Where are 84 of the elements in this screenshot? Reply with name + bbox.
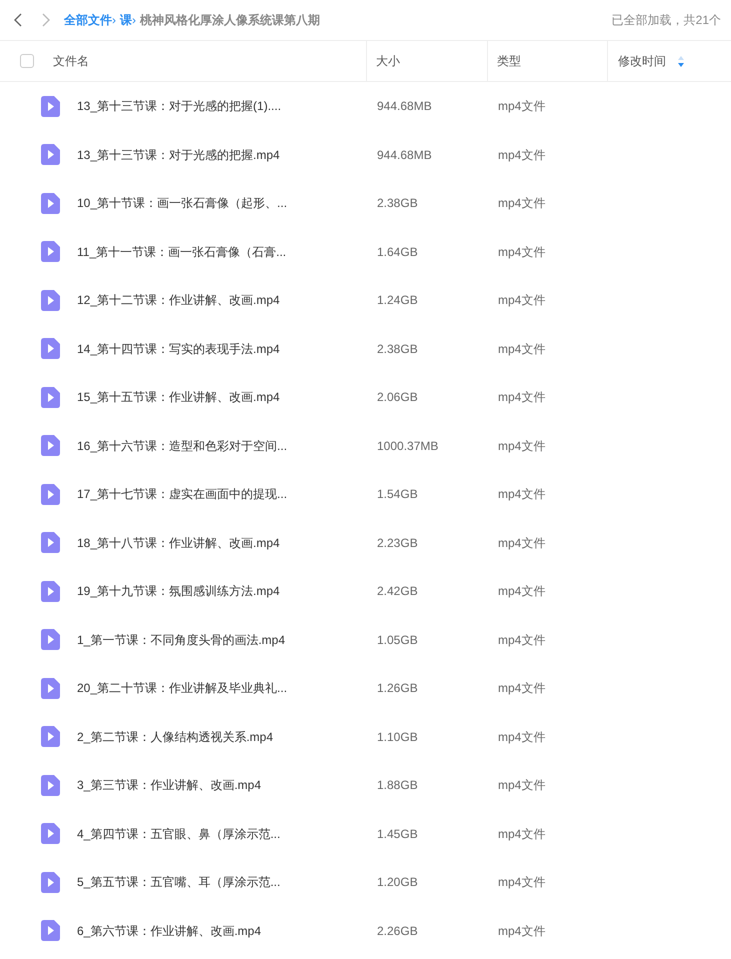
file-size: 1.24GB <box>377 293 418 308</box>
file-type: mp4文件 <box>498 196 546 210</box>
column-header[interactable]: 文件名 <box>53 52 89 70</box>
file-name[interactable]: 15_第十五节课：作业讲解、改画.mp4 <box>77 390 280 404</box>
video-file-icon <box>41 580 60 602</box>
file-type: mp4文件 <box>498 924 546 938</box>
video-file-icon <box>41 290 60 311</box>
file-name[interactable]: 3_第三节课：作业讲解、改画.mp4 <box>77 778 262 792</box>
file-size: 2.26GB <box>377 924 418 938</box>
separator-icon: › <box>112 11 116 29</box>
separator-icon: › <box>132 11 136 29</box>
file-size: 1000.37MB <box>377 438 438 453</box>
file-name[interactable]: 1_第一节课：不同角度头骨的画法.mp4 <box>77 632 286 647</box>
file-size: 2.23GB <box>377 536 418 550</box>
video-file-icon <box>41 726 60 748</box>
file-size: 1.05GB <box>377 632 418 647</box>
file-size: 944.68MB <box>377 148 432 162</box>
video-file-icon <box>41 629 60 650</box>
file-type: mp4文件 <box>498 826 546 841</box>
file-size: 2.38GB <box>377 342 418 356</box>
file-name[interactable]: 11_第十一节课：画一张石膏像（石膏... <box>77 244 286 259</box>
file-name[interactable]: 19_第十九节课：氛围感训练方法.mp4 <box>77 584 280 598</box>
file-type: mp4文件 <box>498 148 546 162</box>
file-name[interactable]: 4_第四节课：五官眼、鼻（厚涂示范... <box>77 826 280 841</box>
file-size: 1.20GB <box>377 875 418 890</box>
file-type: mp4文件 <box>498 244 546 259</box>
file-type: mp4文件 <box>498 342 546 356</box>
column-header[interactable]: 修改时间 <box>618 52 666 70</box>
file-type: mp4文件 <box>498 487 546 502</box>
breadcrumb-current: 桃神风格化厚涂人像系统课第八期 <box>140 12 320 29</box>
file-size: 1.26GB <box>377 681 418 696</box>
file-type: mp4文件 <box>498 438 546 453</box>
file-name[interactable]: 17_第十七节课：虚实在画面中的提现... <box>77 487 288 502</box>
file-size: 2.06GB <box>377 390 418 404</box>
select-all-checkbox[interactable] <box>20 54 34 68</box>
file-type: mp4文件 <box>498 875 546 890</box>
forward-icon[interactable] <box>40 13 52 27</box>
video-file-icon <box>41 241 60 262</box>
video-file-icon <box>41 920 60 942</box>
column-header[interactable]: 大小 <box>376 52 400 70</box>
back-icon[interactable] <box>12 13 24 27</box>
file-type: mp4文件 <box>498 730 546 744</box>
file-type: mp4文件 <box>498 99 546 114</box>
file-name[interactable]: 18_第十八节课：作业讲解、改画.mp4 <box>77 536 280 550</box>
video-file-icon <box>41 774 60 796</box>
file-name[interactable]: 20_第二十节课：作业讲解及毕业典礼... <box>77 681 288 696</box>
file-type: mp4文件 <box>498 632 546 647</box>
file-size: 1.10GB <box>377 730 418 744</box>
file-size: 2.38GB <box>377 196 418 210</box>
file-size: 1.64GB <box>377 244 418 259</box>
video-file-icon <box>41 823 60 844</box>
sort-icon[interactable] <box>678 56 684 66</box>
file-name[interactable]: 6_第六节课：作业讲解、改画.mp4 <box>77 924 262 938</box>
file-size: 1.45GB <box>377 826 418 841</box>
video-file-icon <box>41 678 60 699</box>
file-name[interactable]: 13_第十三节课：对于光感的把握(1).... <box>77 99 282 114</box>
file-type: mp4文件 <box>498 536 546 550</box>
file-name[interactable]: 14_第十四节课：写实的表现手法.mp4 <box>77 342 280 356</box>
file-type: mp4文件 <box>498 681 546 696</box>
file-type: mp4文件 <box>498 390 546 404</box>
file-type: mp4文件 <box>498 293 546 308</box>
video-file-icon <box>41 872 60 893</box>
column-header[interactable]: 类型 <box>497 52 521 70</box>
file-size: 1.88GB <box>377 778 418 792</box>
file-name[interactable]: 10_第十节课：画一张石膏像（起形、... <box>77 196 288 210</box>
video-file-icon <box>41 144 60 166</box>
video-file-icon <box>41 532 60 554</box>
file-name[interactable]: 2_第二节课：人像结构透视关系.mp4 <box>77 730 274 744</box>
video-file-icon <box>41 338 60 360</box>
load-status: 已全部加载，共21个 <box>612 12 721 29</box>
file-name[interactable]: 16_第十六节课：造型和色彩对于空间... <box>77 438 288 453</box>
file-size: 2.42GB <box>377 584 418 598</box>
video-file-icon <box>41 484 60 505</box>
file-name[interactable]: 5_第五节课：五官嘴、耳（厚涂示范... <box>77 875 280 890</box>
file-size: 944.68MB <box>377 99 432 114</box>
file-name[interactable]: 12_第十二节课：作业讲解、改画.mp4 <box>77 293 280 308</box>
video-file-icon <box>41 192 60 214</box>
video-file-icon <box>41 96 60 117</box>
video-file-icon <box>41 435 60 456</box>
file-type: mp4文件 <box>498 584 546 598</box>
file-size: 1.54GB <box>377 487 418 502</box>
file-name[interactable]: 13_第十三节课：对于光感的把握.mp4 <box>77 148 280 162</box>
file-type: mp4文件 <box>498 778 546 792</box>
video-file-icon <box>41 386 60 408</box>
